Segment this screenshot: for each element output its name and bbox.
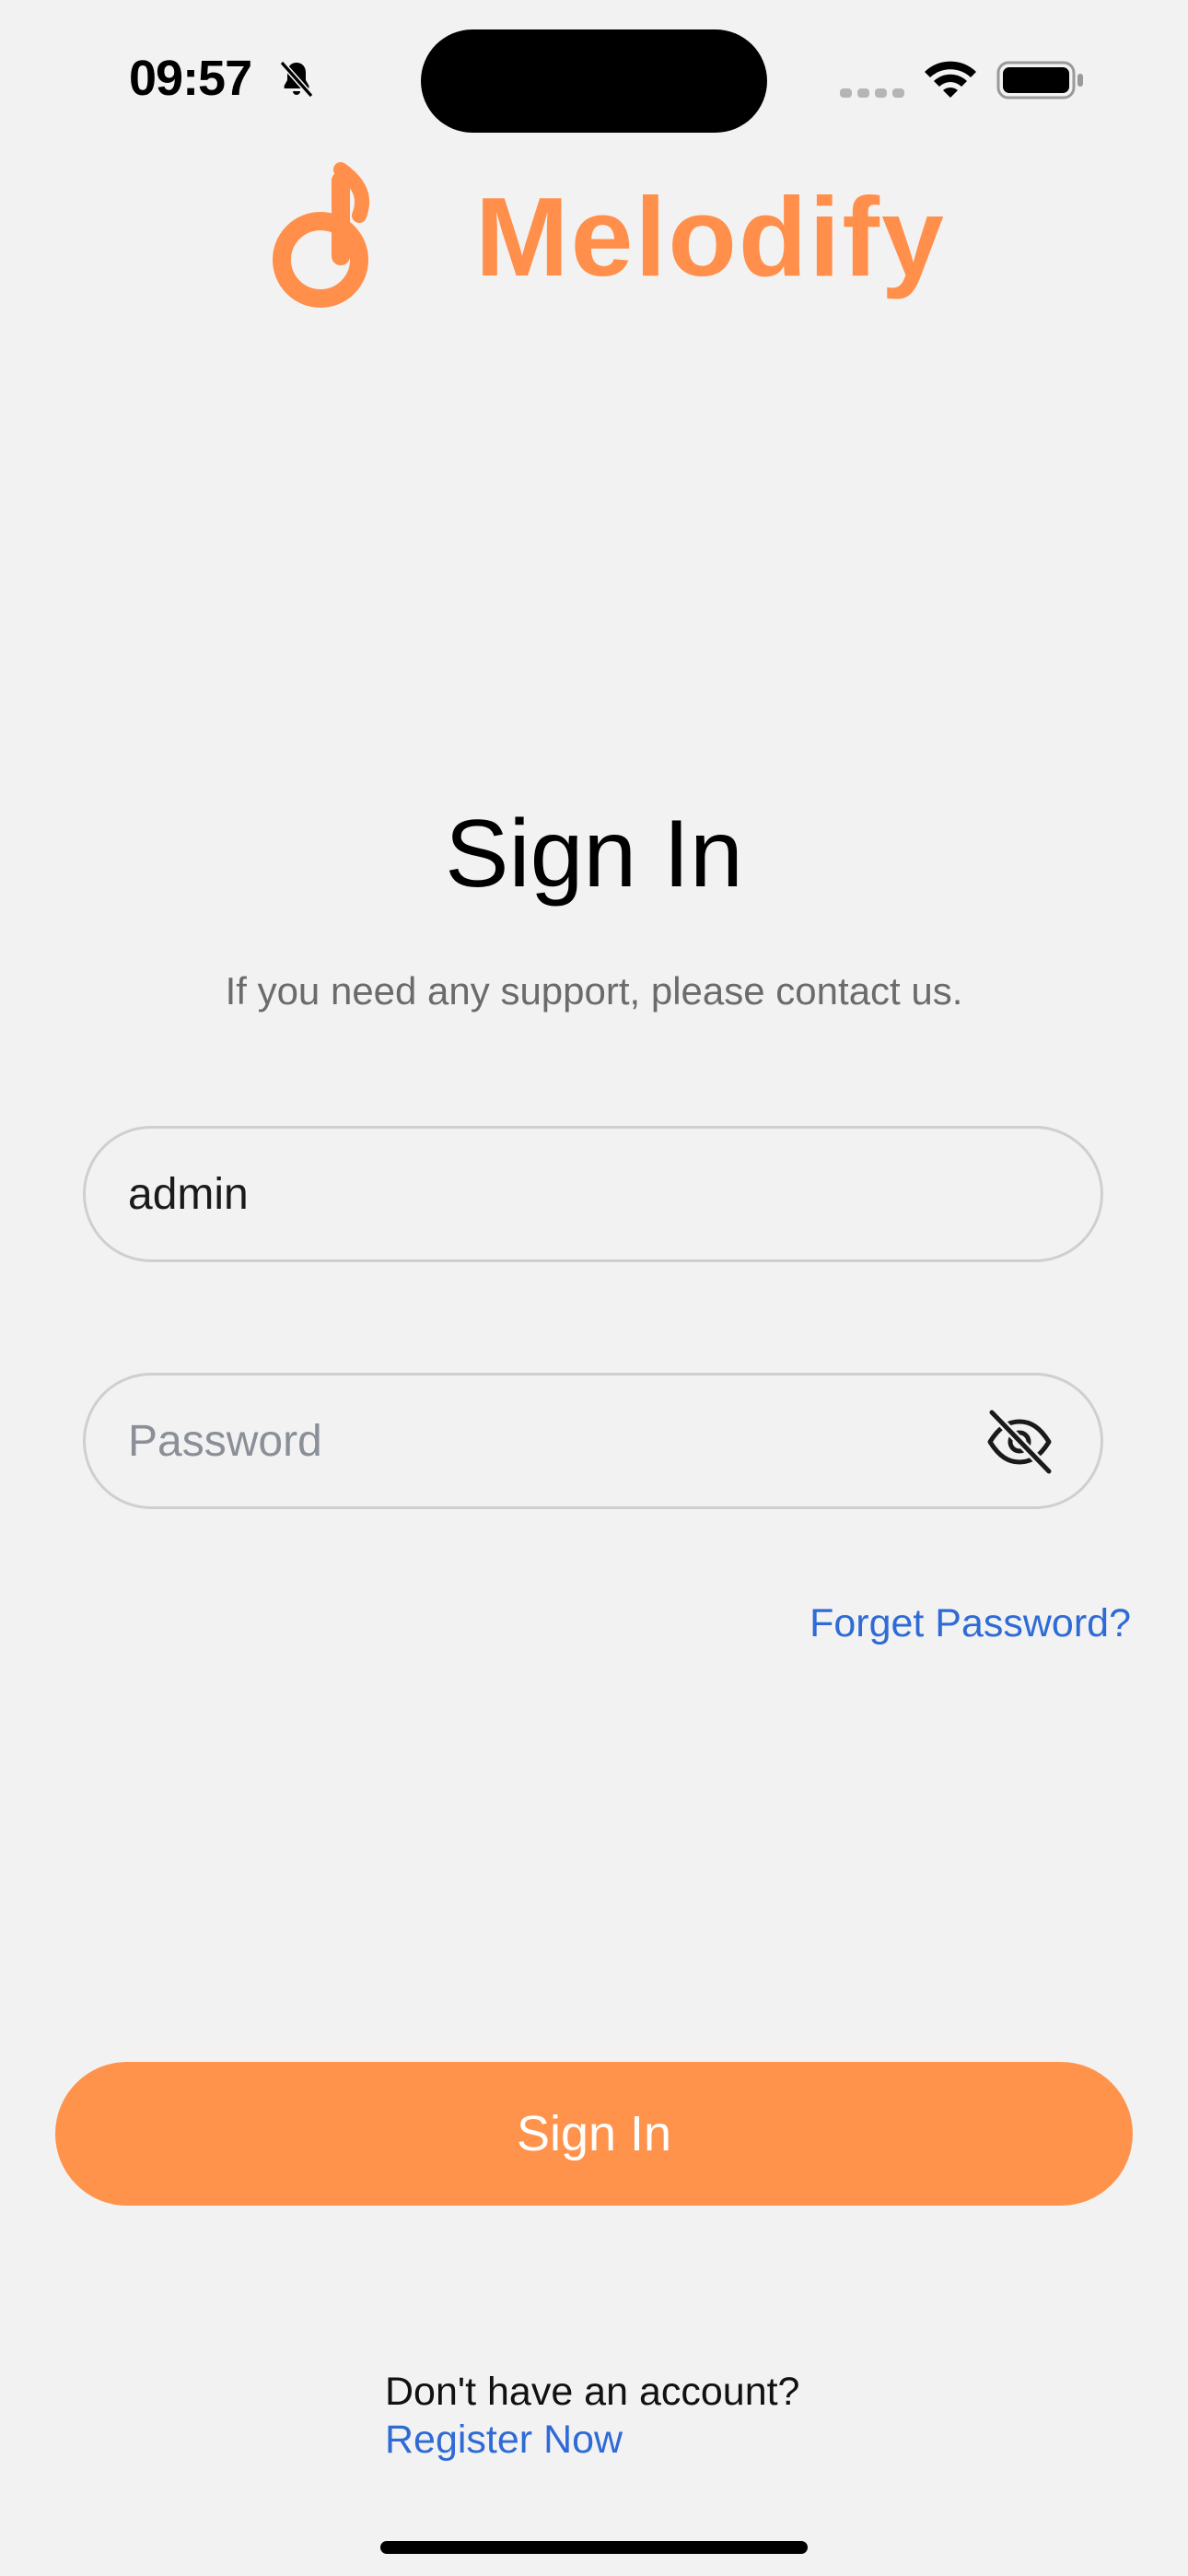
password-field[interactable] <box>83 1373 1103 1509</box>
forgot-password-link[interactable]: Forget Password? <box>809 1601 1131 1646</box>
bell-slash-icon <box>279 60 314 99</box>
dynamic-island <box>421 29 767 133</box>
no-account-prompt: Don't have an account? <box>385 2370 800 2414</box>
music-note-logo-icon <box>273 162 370 308</box>
eye-slash-icon[interactable] <box>984 1409 1054 1475</box>
sign-in-button[interactable]: Sign In <box>55 2062 1133 2206</box>
sign-in-screen: 09:57 Melodify Sign In If you need any s… <box>0 0 1188 2576</box>
status-time: 09:57 <box>129 51 252 106</box>
username-field[interactable] <box>83 1126 1103 1262</box>
battery-icon <box>996 61 1083 100</box>
page-title: Sign In <box>445 801 743 907</box>
register-now-link[interactable]: Register Now <box>385 2418 623 2463</box>
cellular-signal-icon <box>840 88 904 98</box>
brand-name: Melodify <box>475 174 946 299</box>
home-indicator[interactable] <box>380 2541 808 2554</box>
wifi-icon <box>925 61 976 98</box>
username-input[interactable] <box>128 1129 957 1259</box>
support-subtitle: If you need any support, please contact … <box>225 969 963 1013</box>
password-input[interactable] <box>128 1376 957 1506</box>
